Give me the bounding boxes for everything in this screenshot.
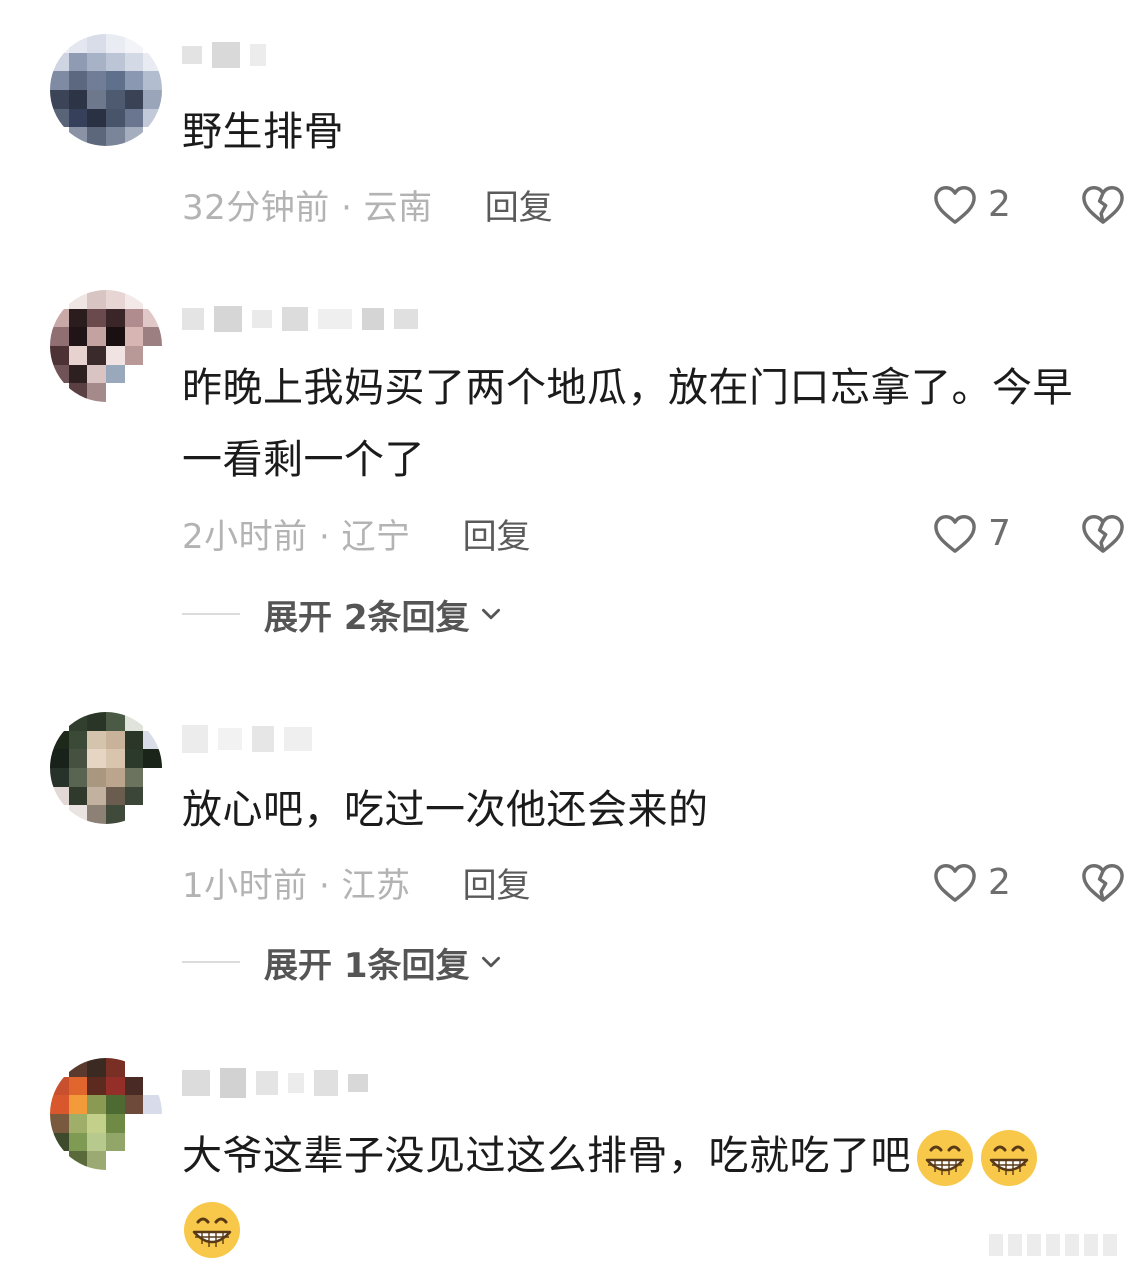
dislike-button[interactable] bbox=[1080, 508, 1126, 558]
expand-replies-label: 展开 1条回复 bbox=[264, 945, 470, 986]
username-masked[interactable] bbox=[182, 1066, 368, 1100]
comment-meta: 32分钟前 · 云南 bbox=[182, 187, 433, 228]
comment-text-body: 大爷这辈子没见过这么排骨，吃就吃了吧 bbox=[182, 1133, 911, 1179]
comment-text: 昨晚上我妈买了两个地瓜，放在门口忘拿了。今早一看剩一个了 bbox=[182, 365, 1073, 483]
comment-meta: 2小时前 · 辽宁 bbox=[182, 516, 411, 557]
comment-meta: 1小时前 · 江苏 bbox=[182, 865, 411, 906]
heart-outline-icon bbox=[934, 864, 976, 902]
like-count: 7 bbox=[988, 512, 1011, 554]
username-masked[interactable] bbox=[182, 302, 418, 336]
like-count: 2 bbox=[988, 861, 1011, 903]
comment-meta-row: 2小时前 · 辽宁 回复 7 bbox=[182, 508, 1129, 558]
reply-button[interactable]: 回复 bbox=[463, 858, 531, 907]
chevron-down-icon bbox=[478, 949, 504, 975]
like-button[interactable]: 2 bbox=[932, 857, 1011, 907]
watermark-masked bbox=[989, 1234, 1117, 1256]
chevron-down-icon bbox=[478, 601, 504, 627]
username-masked[interactable] bbox=[182, 38, 266, 72]
divider bbox=[182, 961, 240, 963]
like-button[interactable]: 7 bbox=[932, 508, 1011, 558]
expand-replies-button[interactable]: 展开 1条回复 bbox=[182, 940, 504, 986]
expand-replies-button[interactable]: 展开 2条回复 bbox=[182, 592, 504, 638]
avatar[interactable] bbox=[50, 34, 162, 146]
broken-heart-icon bbox=[1082, 864, 1124, 902]
like-count: 2 bbox=[988, 183, 1011, 225]
avatar[interactable] bbox=[50, 290, 162, 402]
grin-emoji-icon bbox=[979, 1128, 1039, 1188]
reply-button[interactable]: 回复 bbox=[485, 180, 553, 229]
broken-heart-icon bbox=[1082, 186, 1124, 224]
comment-meta-row: 1小时前 · 江苏 回复 2 bbox=[182, 857, 1129, 907]
comment-text: 大爷这辈子没见过这么排骨，吃就吃了吧 bbox=[182, 1120, 1111, 1264]
comment-meta-row: 32分钟前 · 云南 回复 2 bbox=[182, 179, 1129, 229]
broken-heart-icon bbox=[1082, 515, 1124, 553]
comment-text: 放心吧，吃过一次他还会来的 bbox=[182, 787, 709, 833]
grin-emoji-icon bbox=[182, 1200, 242, 1260]
heart-outline-icon bbox=[934, 186, 976, 224]
dislike-button[interactable] bbox=[1080, 857, 1126, 907]
username-masked[interactable] bbox=[182, 722, 312, 756]
divider bbox=[182, 613, 240, 615]
heart-outline-icon bbox=[934, 515, 976, 553]
grin-emoji-icon bbox=[915, 1128, 975, 1188]
avatar[interactable] bbox=[50, 712, 162, 824]
like-button[interactable]: 2 bbox=[932, 179, 1011, 229]
avatar[interactable] bbox=[50, 1058, 162, 1170]
reply-button[interactable]: 回复 bbox=[463, 509, 531, 558]
expand-replies-label: 展开 2条回复 bbox=[264, 597, 470, 638]
comment-text: 野生排骨 bbox=[182, 109, 344, 155]
dislike-button[interactable] bbox=[1080, 179, 1126, 229]
comment-list: 野生排骨 32分钟前 · 云南 回复 2 昨晚上我妈买了两个地瓜，放在门口忘拿了… bbox=[0, 0, 1129, 1270]
